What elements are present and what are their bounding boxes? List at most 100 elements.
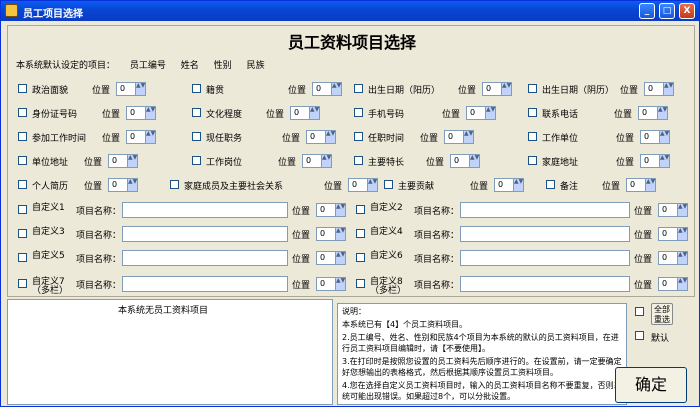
- confirm-button[interactable]: 确定: [615, 367, 687, 403]
- maximize-button[interactable]: □: [659, 3, 675, 19]
- position-stepper[interactable]: 0 ▲▼: [108, 154, 138, 168]
- spinner-arrows-icon[interactable]: ▲▼: [501, 83, 511, 95]
- position-stepper[interactable]: 0 ▲▼: [316, 251, 346, 265]
- spinner-arrows-icon[interactable]: ▲▼: [659, 155, 669, 167]
- position-stepper[interactable]: 0 ▲▼: [626, 178, 656, 192]
- spinner-arrows-icon[interactable]: ▲▼: [335, 252, 345, 264]
- spinner-arrows-icon[interactable]: ▲▼: [145, 107, 155, 119]
- position-stepper[interactable]: 0 ▲▼: [466, 106, 496, 120]
- item-checkbox[interactable]: [192, 156, 201, 165]
- position-stepper[interactable]: 0 ▲▼: [644, 82, 674, 96]
- spinner-arrows-icon[interactable]: ▲▼: [513, 179, 523, 191]
- spinner-arrows-icon[interactable]: ▲▼: [659, 131, 669, 143]
- item-name-input[interactable]: [460, 202, 630, 218]
- custom-item-checkbox[interactable]: [18, 229, 27, 238]
- position-stepper[interactable]: 0 ▲▼: [482, 82, 512, 96]
- position-stepper[interactable]: 0 ▲▼: [348, 178, 378, 192]
- item-name-input[interactable]: [122, 250, 288, 266]
- item-checkbox[interactable]: [354, 84, 363, 93]
- spinner-arrows-icon[interactable]: ▲▼: [367, 179, 377, 191]
- item-checkbox[interactable]: [528, 84, 537, 93]
- spinner-arrows-icon[interactable]: ▲▼: [677, 252, 687, 264]
- item-list-textbox[interactable]: 本系统无员工资料项目: [7, 299, 333, 405]
- item-checkbox[interactable]: [528, 132, 537, 141]
- spinner-arrows-icon[interactable]: ▲▼: [677, 278, 687, 290]
- spinner-arrows-icon[interactable]: ▲▼: [485, 107, 495, 119]
- position-stepper[interactable]: 0 ▲▼: [316, 203, 346, 217]
- item-checkbox[interactable]: [18, 156, 27, 165]
- position-stepper[interactable]: 0 ▲▼: [658, 203, 688, 217]
- item-name-input[interactable]: [122, 276, 288, 292]
- item-checkbox[interactable]: [354, 156, 363, 165]
- item-checkbox[interactable]: [528, 108, 537, 117]
- spinner-arrows-icon[interactable]: ▲▼: [677, 228, 687, 240]
- position-stepper[interactable]: 0 ▲▼: [640, 154, 670, 168]
- spinner-arrows-icon[interactable]: ▲▼: [325, 131, 335, 143]
- position-stepper[interactable]: 0 ▲▼: [108, 178, 138, 192]
- item-checkbox[interactable]: [354, 108, 363, 117]
- item-name-input[interactable]: [460, 226, 630, 242]
- spinner-arrows-icon[interactable]: ▲▼: [677, 204, 687, 216]
- custom-item-checkbox[interactable]: [356, 279, 365, 288]
- item-checkbox[interactable]: [18, 84, 27, 93]
- spinner-arrows-icon[interactable]: ▲▼: [463, 131, 473, 143]
- item-name-input[interactable]: [460, 276, 630, 292]
- item-name-input[interactable]: [122, 202, 288, 218]
- spinner-arrows-icon[interactable]: ▲▼: [135, 83, 145, 95]
- spinner-arrows-icon[interactable]: ▲▼: [657, 107, 667, 119]
- item-checkbox[interactable]: [170, 180, 179, 189]
- spinner-arrows-icon[interactable]: ▲▼: [335, 278, 345, 290]
- position-stepper[interactable]: 0 ▲▼: [316, 277, 346, 291]
- position-stepper[interactable]: 0 ▲▼: [638, 106, 668, 120]
- item-name-input[interactable]: [460, 250, 630, 266]
- item-checkbox[interactable]: [192, 108, 201, 117]
- spinner-arrows-icon[interactable]: ▲▼: [321, 155, 331, 167]
- spinner-arrows-icon[interactable]: ▲▼: [335, 228, 345, 240]
- close-button[interactable]: X: [679, 3, 695, 19]
- position-stepper[interactable]: 0 ▲▼: [658, 277, 688, 291]
- position-stepper[interactable]: 0 ▲▼: [126, 106, 156, 120]
- position-stepper[interactable]: 0 ▲▼: [658, 251, 688, 265]
- item-checkbox[interactable]: [18, 108, 27, 117]
- position-stepper[interactable]: 0 ▲▼: [302, 154, 332, 168]
- spinner-arrows-icon[interactable]: ▲▼: [309, 107, 319, 119]
- spinner-arrows-icon[interactable]: ▲▼: [469, 155, 479, 167]
- custom-item-checkbox[interactable]: [18, 205, 27, 214]
- custom-item-checkbox[interactable]: [18, 253, 27, 262]
- spinner-arrows-icon[interactable]: ▲▼: [127, 179, 137, 191]
- position-stepper[interactable]: 0 ▲▼: [444, 130, 474, 144]
- item-checkbox[interactable]: [192, 132, 201, 141]
- item-checkbox[interactable]: [18, 180, 27, 189]
- position-stepper[interactable]: 0 ▲▼: [316, 227, 346, 241]
- select-all-button[interactable]: 全部重选: [651, 303, 673, 325]
- default-checkbox[interactable]: [635, 331, 644, 340]
- item-checkbox[interactable]: [192, 84, 201, 93]
- spinner-arrows-icon[interactable]: ▲▼: [663, 83, 673, 95]
- position-stepper[interactable]: 0 ▲▼: [126, 130, 156, 144]
- position-stepper[interactable]: 0 ▲▼: [450, 154, 480, 168]
- position-stepper[interactable]: 0 ▲▼: [494, 178, 524, 192]
- item-name-input[interactable]: [122, 226, 288, 242]
- position-stepper[interactable]: 0 ▲▼: [640, 130, 670, 144]
- position-stepper[interactable]: 0 ▲▼: [290, 106, 320, 120]
- custom-item-checkbox[interactable]: [356, 229, 365, 238]
- position-stepper[interactable]: 0 ▲▼: [306, 130, 336, 144]
- position-stepper[interactable]: 0 ▲▼: [312, 82, 342, 96]
- minimize-button[interactable]: _: [639, 3, 655, 19]
- position-stepper[interactable]: 0 ▲▼: [658, 227, 688, 241]
- item-checkbox[interactable]: [384, 180, 393, 189]
- item-checkbox[interactable]: [546, 180, 555, 189]
- spinner-arrows-icon[interactable]: ▲▼: [331, 83, 341, 95]
- item-checkbox[interactable]: [18, 132, 27, 141]
- custom-item-checkbox[interactable]: [18, 279, 27, 288]
- spinner-arrows-icon[interactable]: ▲▼: [145, 131, 155, 143]
- select-all-checkbox[interactable]: [635, 307, 644, 316]
- spinner-arrows-icon[interactable]: ▲▼: [127, 155, 137, 167]
- custom-item-checkbox[interactable]: [356, 253, 365, 262]
- custom-item-checkbox[interactable]: [356, 205, 365, 214]
- item-checkbox[interactable]: [354, 132, 363, 141]
- position-stepper[interactable]: 0 ▲▼: [116, 82, 146, 96]
- spinner-arrows-icon[interactable]: ▲▼: [335, 204, 345, 216]
- item-checkbox[interactable]: [528, 156, 537, 165]
- spinner-arrows-icon[interactable]: ▲▼: [645, 179, 655, 191]
